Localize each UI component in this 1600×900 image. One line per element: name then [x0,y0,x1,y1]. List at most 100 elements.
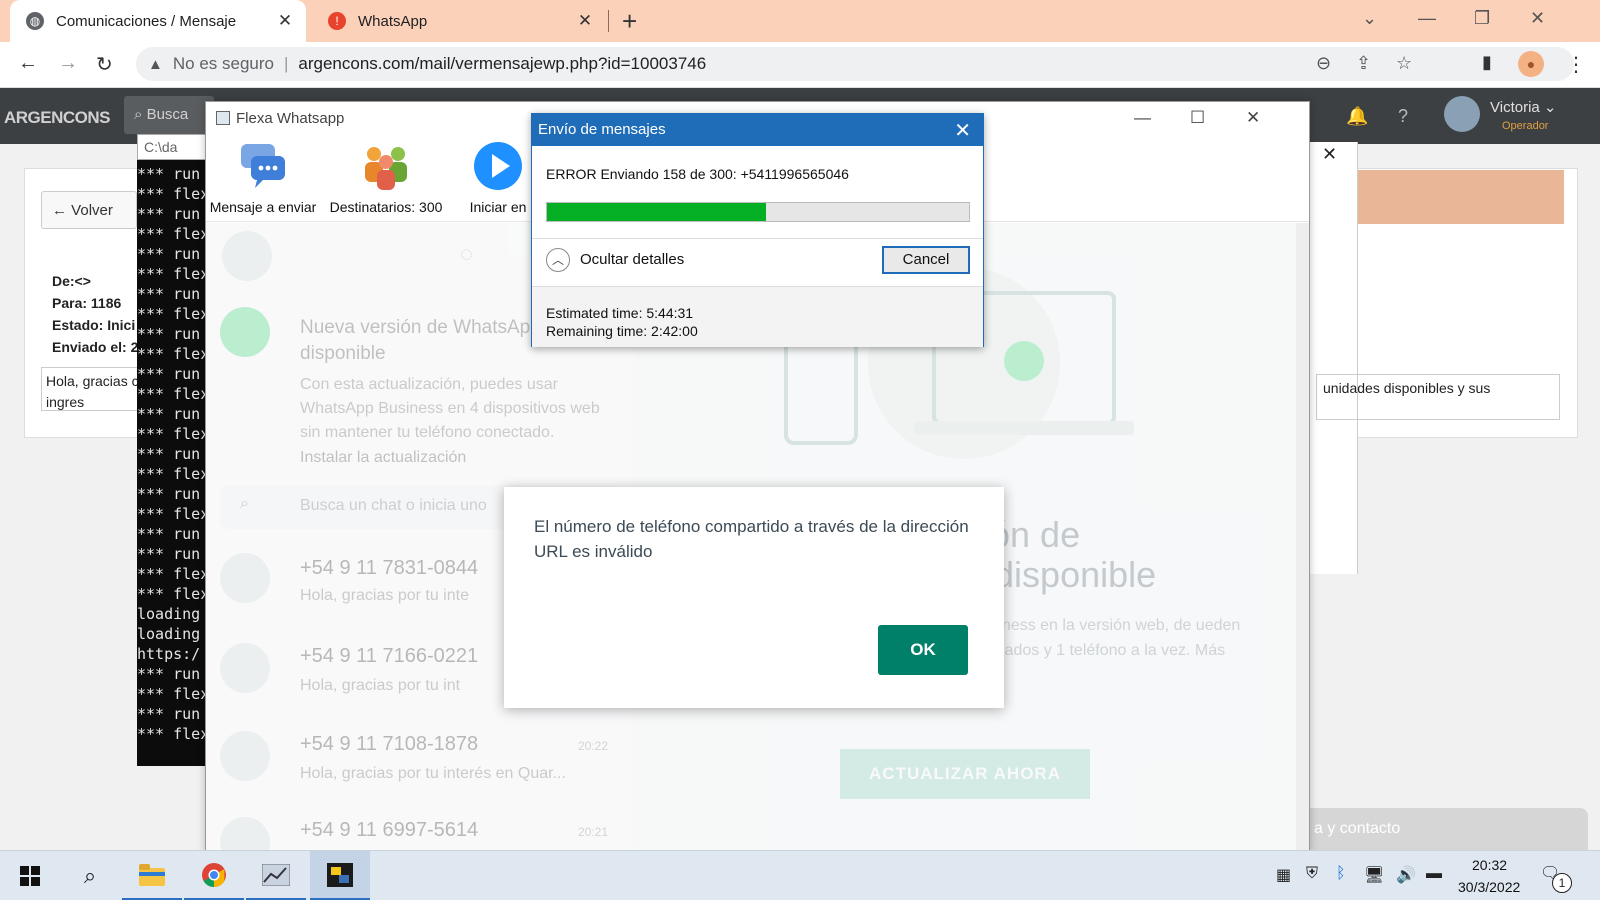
close-tab-icon[interactable]: ✕ [574,11,596,31]
update-body: Con esta actualización, puedes usar What… [300,376,600,441]
avatar[interactable] [222,231,272,281]
browser-tab-strip: ◍ Comunicaciones / Mensaje ✕ ! WhatsApp … [0,0,1600,42]
new-tab-button[interactable]: + [622,6,637,37]
share-icon[interactable]: ⇪ [1356,53,1371,74]
notification-count-badge: 1 [1552,873,1572,893]
site-logo[interactable]: ARGENCONS [4,108,111,128]
tab-comunicaciones[interactable]: ◍ Comunicaciones / Mensaje ✕ [10,0,306,42]
send-progress-dialog: Envío de mensajes ✕ ERROR Enviando 158 d… [531,113,984,347]
file-explorer-icon[interactable] [122,851,182,900]
chevron-up-icon[interactable]: ︿ [546,248,570,272]
status-icon[interactable]: ◌ [460,241,473,267]
tab-search-icon[interactable]: ⌄ [1362,8,1377,29]
chat-message: Hola, gracias por tu int [300,677,461,694]
forward-arrow-icon[interactable]: → [58,52,78,75]
profile-avatar[interactable]: ● [1518,51,1544,77]
console-line: *** flex [137,305,210,323]
tray-app-icon[interactable]: ▦ [1276,865,1291,885]
install-update-link[interactable]: Instalar la actualización [300,449,466,467]
clock-date[interactable]: 30/3/2022 [1458,879,1520,895]
console-line: *** run [137,205,201,223]
bluetooth-icon[interactable]: ᛒ [1336,865,1346,883]
recipients-button[interactable]: Destinatarios: 300 [326,140,446,215]
start-send-button[interactable]: Iniciar en [458,140,538,215]
popup-message: El número de teléfono compartido a travé… [534,517,969,561]
network-icon[interactable]: 🖥 [1364,865,1384,885]
url-text[interactable]: argencons.com/mail/vermensajewp.php?id=1… [298,54,706,74]
reload-icon[interactable]: ↻ [96,52,113,77]
close-tab-icon[interactable]: ✕ [274,11,296,31]
meta-from: De:<> [52,273,91,289]
play-icon [474,142,522,190]
progress-fill [547,203,767,221]
chrome-logo-icon [202,862,226,887]
tab-whatsapp[interactable]: ! WhatsApp ✕ [312,0,606,42]
security-shield-icon[interactable]: ⛨ [1306,865,1318,883]
dialog-titlebar[interactable]: Envío de mensajes ✕ [532,114,983,146]
contact-chip[interactable]: a y contacto [1310,808,1588,854]
bookmark-star-icon[interactable]: ☆ [1396,53,1412,74]
site-search-input[interactable]: ⌕ Busca [124,96,214,134]
scrollbar[interactable] [1296,223,1309,852]
search-icon: ⌕ [240,495,249,512]
ok-button[interactable]: OK [878,625,968,675]
close-icon[interactable]: ✕ [1322,144,1337,165]
meta-to: Para: 1186 [52,295,122,311]
folder-icon [139,863,165,886]
chat-name: +54 9 11 6997-5614 [300,819,479,841]
chrome-icon[interactable] [184,851,244,900]
message-to-send-button[interactable]: Mensaje a enviar [208,140,318,215]
send-status-text: ERROR Enviando 158 de 300: +541199656504… [546,166,849,182]
back-button[interactable]: ← Volver [41,191,137,229]
console-line: *** run [137,485,201,503]
close-window-icon[interactable]: ✕ [1530,8,1545,29]
side-panel-icon[interactable]: ▮ [1482,52,1492,73]
minimize-icon[interactable]: — [1418,8,1436,29]
console-line: *** flex [137,505,210,523]
security-label[interactable]: No es seguro [173,54,274,74]
restore-icon[interactable]: ❐ [1474,8,1490,29]
close-icon[interactable]: ✕ [954,118,971,143]
user-name: Victoria ⌄ [1490,99,1557,116]
chat-name: +54 9 11 7108-1878 [300,733,479,755]
zoom-icon[interactable]: ⊖ [1316,53,1331,74]
chat-message: Hola, gracias por tu interés en Quar... [300,765,566,782]
flexa-app-icon[interactable] [246,851,306,900]
minimize-icon[interactable]: — [1134,108,1151,128]
chart-window-icon [262,863,290,886]
console-line: *** run [137,365,201,383]
chat-time: 20:22 [578,739,609,753]
console-line: *** run [137,165,201,183]
search-icon[interactable]: ⌕ [60,851,120,900]
battery-icon[interactable]: ▬ [1426,865,1442,883]
help-icon[interactable]: ? [1398,106,1408,127]
maximize-icon[interactable]: ☐ [1190,108,1205,128]
progress-bar [546,202,970,222]
console-app-icon[interactable] [310,851,370,900]
console-line: https:/ [137,645,201,663]
chat-bubbles-icon [241,144,285,188]
back-arrow-icon[interactable]: ← [18,52,38,75]
omnibox[interactable]: ▲ No es seguro | argencons.com/mail/verm… [136,47,1574,81]
volume-icon[interactable]: 🔊 [1396,865,1416,885]
console-line: loading [137,625,201,643]
console-line: *** run [137,545,201,563]
start-button[interactable] [0,851,60,900]
avatar [220,731,270,781]
dialog-title: Envío de mensajes [538,121,666,138]
cancel-button[interactable]: Cancel [882,246,970,274]
console-line: *** flex [137,725,210,743]
update-now-button[interactable]: ACTUALIZAR AHORA [840,749,1090,799]
console-line: *** flex [137,465,210,483]
tool-label: Mensaje a enviar [209,199,317,215]
windows-logo-icon [20,866,40,886]
people-group-icon [365,147,407,190]
hide-details-toggle[interactable]: Ocultar detalles [580,251,684,268]
clock-time[interactable]: 20:32 [1472,857,1507,873]
menu-dots-icon[interactable]: ⋮ [1566,52,1586,77]
warning-icon[interactable]: ▲ [148,56,163,73]
bell-icon[interactable]: 🔔 [1346,106,1368,127]
close-icon[interactable]: ✕ [1246,108,1260,128]
tool-label: Iniciar en [469,199,527,215]
console-line: *** run [137,325,201,343]
